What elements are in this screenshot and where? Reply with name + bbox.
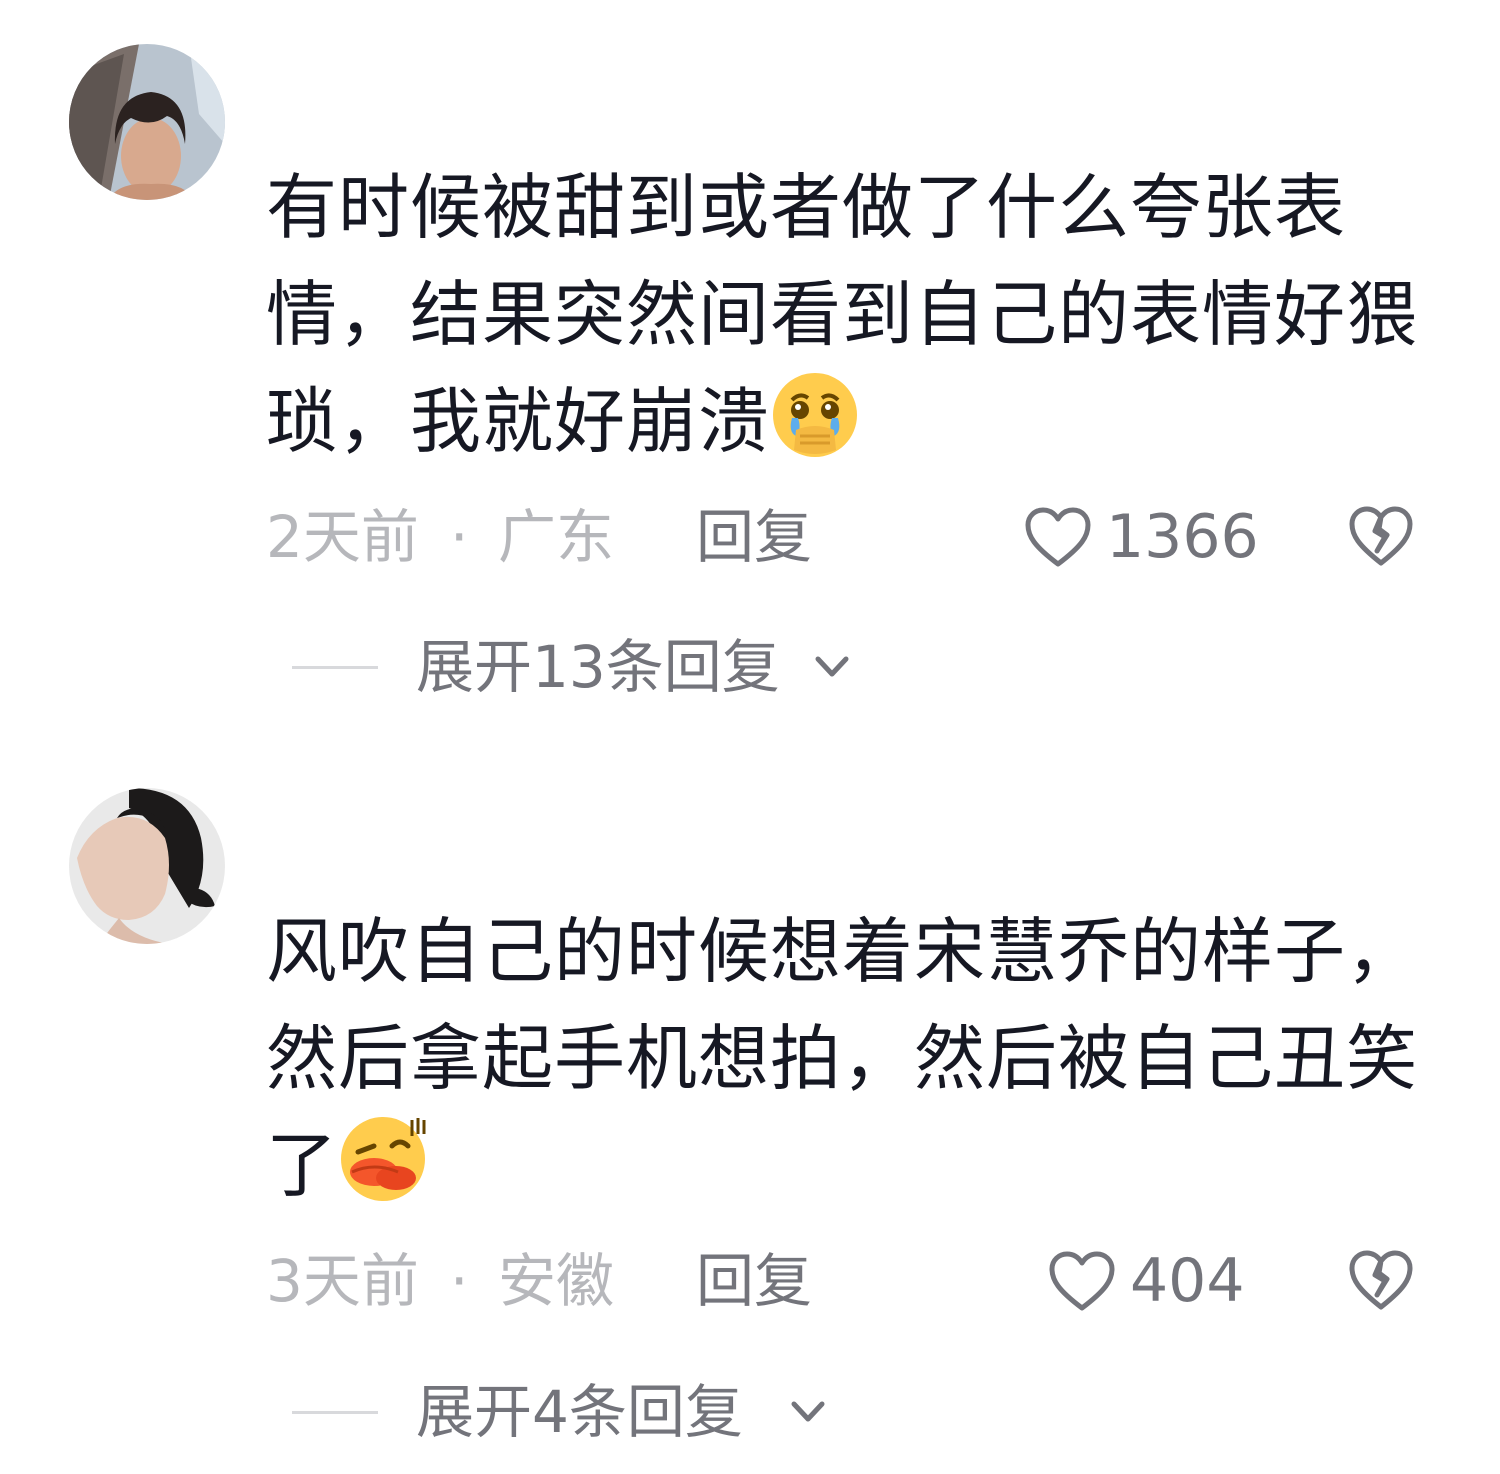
comment-time: 3天前 xyxy=(266,1247,419,1315)
reply-button[interactable]: 回复 xyxy=(696,497,812,577)
comment-text: 有时候被甜到或者做了什么夸张表情，结果突然间看到自己的表情好猥琐，我就好崩溃 xyxy=(266,154,1426,475)
reply-button[interactable]: 回复 xyxy=(696,1241,812,1321)
avatar-image xyxy=(69,788,225,944)
meta-separator: · xyxy=(450,1247,469,1315)
broken-heart-icon[interactable] xyxy=(1348,505,1414,567)
comment-text-content: 风吹自己的时候想着宋慧乔的样子，然后拿起手机想拍，然后被自己丑笑了 xyxy=(266,910,1419,1207)
like-button[interactable]: 404 xyxy=(1048,1241,1245,1321)
meta-separator: · xyxy=(450,503,469,571)
comment-location: 安徽 xyxy=(498,1247,615,1315)
duck-face-icon xyxy=(338,1114,428,1204)
divider-line xyxy=(292,666,378,669)
avatar[interactable] xyxy=(69,44,225,200)
comment-time: 2天前 xyxy=(266,503,419,571)
comment-text: 风吹自己的时候想着宋慧乔的样子，然后拿起手机想拍，然后被自己丑笑了 xyxy=(266,898,1426,1219)
heart-icon xyxy=(1049,1251,1115,1311)
chevron-down-icon xyxy=(791,1401,825,1422)
chevron-down-icon xyxy=(815,656,849,677)
avatar-image xyxy=(69,44,225,200)
heart-icon xyxy=(1025,507,1091,567)
like-count: 404 xyxy=(1130,1246,1245,1316)
comment-location: 广东 xyxy=(498,503,615,571)
like-count: 1366 xyxy=(1106,502,1259,572)
comment-meta: 2天前 · 广东 回复 1366 xyxy=(266,497,1446,577)
comment-meta: 3天前 · 安徽 回复 404 xyxy=(266,1241,1446,1321)
divider-line xyxy=(292,1411,378,1414)
crying-face-icon xyxy=(770,370,860,460)
expand-replies-button[interactable]: 展开13条回复 xyxy=(292,627,992,707)
avatar[interactable] xyxy=(69,788,225,944)
like-button[interactable]: 1366 xyxy=(1024,497,1259,577)
expand-replies-button[interactable]: 展开4条回复 xyxy=(292,1372,992,1452)
expand-replies-label: 展开13条回复 xyxy=(416,633,780,701)
broken-heart-icon[interactable] xyxy=(1348,1249,1414,1311)
expand-replies-label: 展开4条回复 xyxy=(416,1378,743,1446)
